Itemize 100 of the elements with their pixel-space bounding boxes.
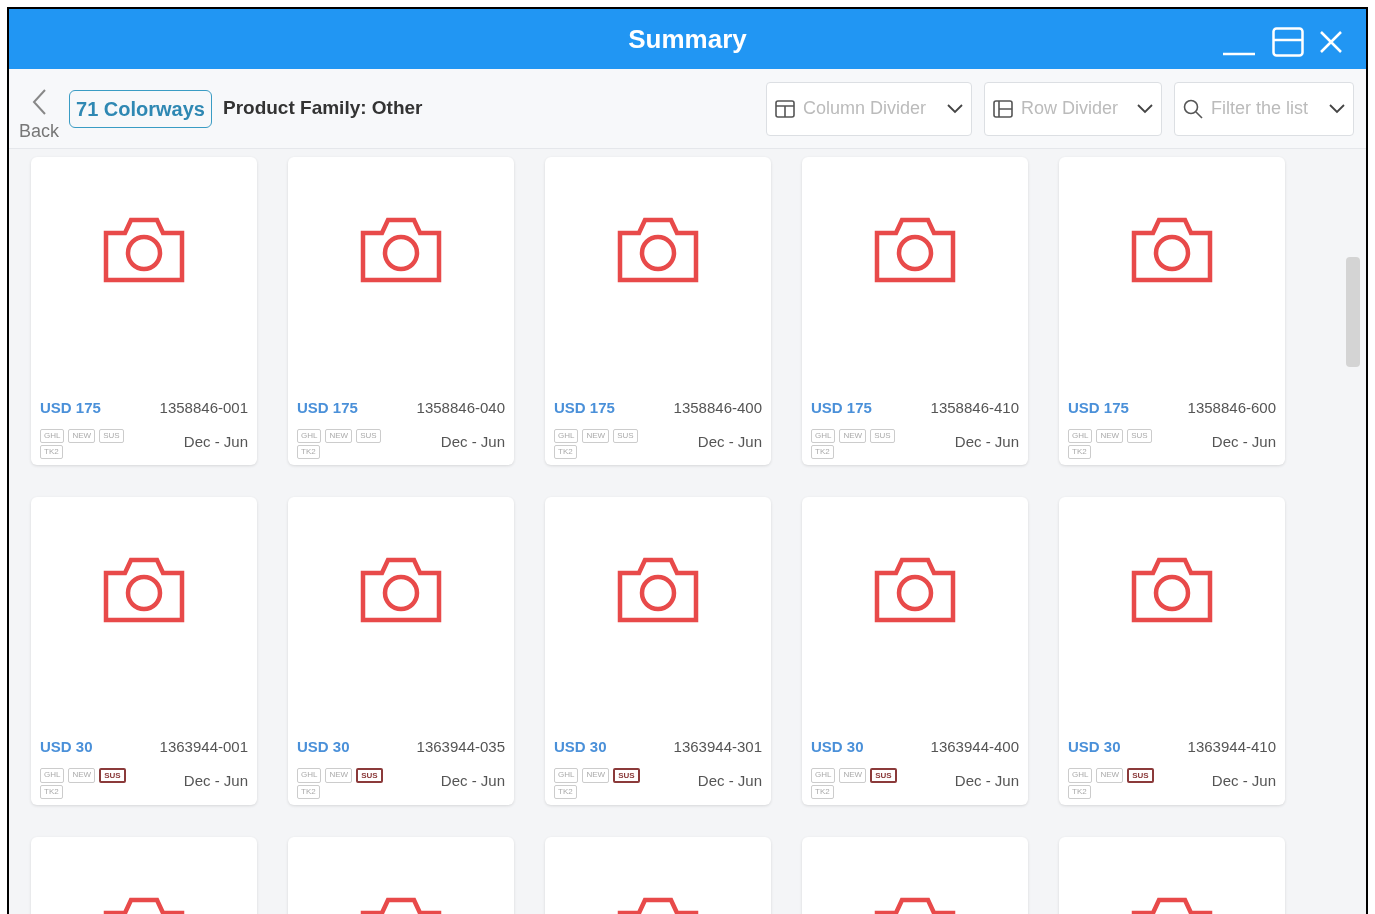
season-text: Dec - Jun	[183, 771, 248, 791]
camera-icon	[617, 557, 699, 623]
price-text: USD 175	[811, 397, 872, 418]
tag-chip: SUS	[99, 429, 124, 443]
tag-chip: NEW	[839, 429, 867, 443]
tag-chip: NEW	[582, 768, 610, 783]
window-title: Summary	[628, 22, 747, 56]
price-text: USD 30	[297, 736, 350, 757]
maximize-icon[interactable]	[1272, 27, 1304, 57]
price-text: USD 30	[554, 736, 607, 757]
tag-chip: TK2	[554, 445, 577, 459]
sku-text: 1358846-001	[159, 397, 248, 418]
tag-chip: SUS	[356, 429, 381, 443]
season-text: Dec - Jun	[697, 771, 762, 791]
season-text: Dec - Jun	[954, 432, 1019, 452]
colorways-count-badge: 71 Colorways	[69, 89, 212, 128]
camera-icon	[617, 217, 699, 283]
camera-icon	[103, 557, 185, 623]
product-card[interactable]: USD 175 1358846-400 GHL NEW SUS TK2 Dec - Jun	[545, 157, 771, 465]
sku-text: 1363944-410	[1187, 736, 1276, 757]
price-text: USD 175	[297, 397, 358, 418]
tag-chip: TK2	[297, 445, 320, 459]
price-text: USD 175	[40, 397, 101, 418]
tag-chip: GHL	[40, 429, 65, 443]
chevron-down-icon	[947, 103, 963, 114]
tag-chip: TK2	[1068, 445, 1091, 459]
chevron-left-icon	[31, 87, 47, 116]
sku-text: 1363944-035	[416, 736, 505, 757]
tag-chip: GHL	[1068, 429, 1093, 443]
tag-chip: NEW	[1096, 429, 1124, 443]
price-text: USD 30	[811, 736, 864, 757]
tag-chip: NEW	[325, 429, 353, 443]
tag-chip: SUS	[870, 429, 895, 443]
tag-chip: SUS	[99, 768, 126, 783]
tag-chip: NEW	[68, 429, 96, 443]
price-text: USD 175	[554, 397, 615, 418]
scrollbar-thumb[interactable]	[1346, 257, 1360, 367]
price-text: USD 30	[1068, 736, 1121, 757]
tag-chip: TK2	[40, 445, 63, 459]
camera-icon	[874, 557, 956, 623]
tag-chip: SUS	[870, 768, 897, 783]
tag-chip: GHL	[554, 768, 579, 783]
product-family-heading: Product Family: Other	[223, 96, 423, 121]
price-text: USD 175	[1068, 397, 1129, 418]
tag-chip: NEW	[68, 768, 96, 783]
season-text: Dec - Jun	[183, 432, 248, 452]
tag-chip: SUS	[1127, 429, 1152, 443]
camera-icon	[1131, 557, 1213, 623]
row-layout-icon	[993, 99, 1013, 118]
season-text: Dec - Jun	[440, 771, 505, 791]
tag-chip: GHL	[554, 429, 579, 443]
sku-text: 1358846-600	[1187, 397, 1276, 418]
sku-text: 1358846-410	[930, 397, 1019, 418]
camera-icon	[360, 557, 442, 623]
tag-chip: TK2	[811, 445, 834, 459]
tag-chip: TK2	[554, 785, 577, 799]
product-card[interactable]: USD 30 1363944-410 GHL NEW SUS TK2 Dec - Jun	[1059, 497, 1285, 805]
camera-icon	[360, 217, 442, 283]
tag-chip: TK2	[297, 785, 320, 799]
tag-chip: GHL	[811, 768, 836, 783]
product-card[interactable]: USD 175 1358846-410 GHL NEW SUS TK2 Dec - Jun	[802, 157, 1028, 465]
product-card[interactable]: USD 30 1363944-035 GHL NEW SUS TK2 Dec - Jun	[288, 497, 514, 805]
tag-chip: TK2	[40, 785, 63, 799]
season-text: Dec - Jun	[1211, 432, 1276, 452]
product-card[interactable]: USD 30 1363944-001 GHL NEW SUS TK2 Dec - Jun	[31, 497, 257, 805]
tag-chip: SUS	[613, 429, 638, 443]
tag-chip: TK2	[811, 785, 834, 799]
sku-text: 1363944-001	[159, 736, 248, 757]
tag-chip: GHL	[1068, 768, 1093, 783]
tag-chip: GHL	[811, 429, 836, 443]
tag-chip: TK2	[1068, 785, 1091, 799]
tag-chip: SUS	[1127, 768, 1154, 783]
search-icon	[1183, 98, 1203, 119]
tag-chip: SUS	[356, 768, 383, 783]
tag-chip: NEW	[582, 429, 610, 443]
sku-text: 1358846-400	[673, 397, 762, 418]
chevron-down-icon	[1329, 103, 1345, 114]
back-button[interactable]: Back	[19, 87, 60, 140]
tag-chip: SUS	[613, 768, 640, 783]
tag-chip: GHL	[297, 768, 322, 783]
column-layout-icon	[775, 99, 795, 118]
tag-chip: NEW	[839, 768, 867, 783]
sku-text: 1363944-400	[930, 736, 1019, 757]
product-card[interactable]: USD 30 1363944-301 GHL NEW SUS TK2 Dec - Jun	[545, 497, 771, 805]
tag-chip: NEW	[325, 768, 353, 783]
product-card[interactable]: USD 175 1358846-600 GHL NEW SUS TK2 Dec - Jun	[1059, 157, 1285, 465]
product-card[interactable]: USD 175 1358846-040 GHL NEW SUS TK2 Dec - Jun	[288, 157, 514, 465]
chevron-down-icon	[1137, 103, 1153, 114]
price-text: USD 30	[40, 736, 93, 757]
sku-text: 1363944-301	[673, 736, 762, 757]
camera-icon	[874, 217, 956, 283]
product-card[interactable]: USD 30 1363944-400 GHL NEW SUS TK2 Dec - Jun	[802, 497, 1028, 805]
tag-chip: NEW	[1096, 768, 1124, 783]
close-icon[interactable]	[1320, 31, 1342, 53]
tag-chip: GHL	[40, 768, 65, 783]
tag-chip: GHL	[297, 429, 322, 443]
sku-text: 1358846-040	[416, 397, 505, 418]
season-text: Dec - Jun	[1211, 771, 1276, 791]
product-card[interactable]: USD 175 1358846-001 GHL NEW SUS TK2 Dec - Jun	[31, 157, 257, 465]
season-text: Dec - Jun	[954, 771, 1019, 791]
